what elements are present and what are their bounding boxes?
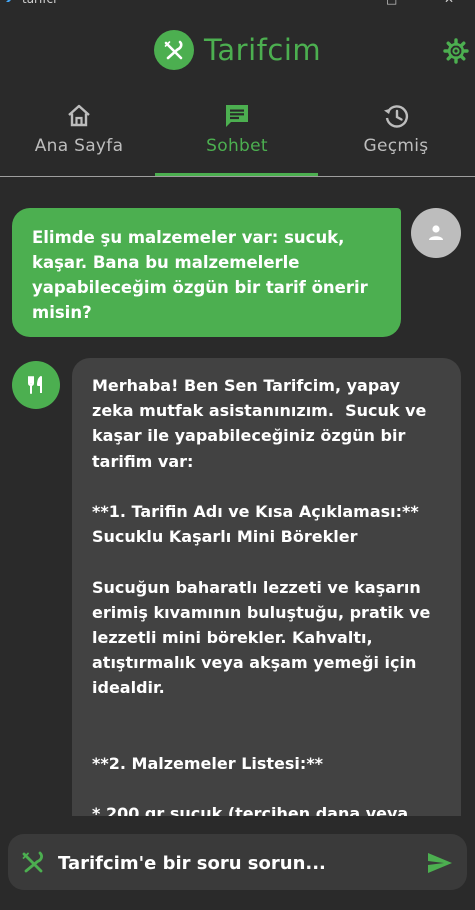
app-title: Tarifcim	[204, 33, 322, 67]
utensils-icon	[28, 376, 42, 394]
close-button[interactable]: ✕	[444, 0, 454, 6]
user-message-text: Elimde şu malzemeler var: sucuk, kaşar. …	[32, 228, 368, 322]
send-icon[interactable]	[426, 849, 454, 877]
tab-divider	[0, 176, 475, 177]
brand-logo	[154, 30, 194, 70]
message-input-box	[8, 834, 467, 892]
user-message: Elimde şu malzemeler var: sucuk, kaşar. …	[12, 208, 401, 337]
input-area	[0, 816, 475, 910]
history-icon	[384, 105, 409, 128]
tab-history-label: Geçmiş	[363, 136, 429, 156]
app-header: Tarifcim	[0, 8, 475, 92]
maximize-button[interactable]: □	[386, 0, 397, 6]
window-title: tarifci	[22, 0, 56, 6]
tab-home[interactable]: Ana Sayfa	[0, 92, 158, 178]
fork-knife-icon	[164, 40, 183, 60]
tab-chat[interactable]: Sohbet	[158, 92, 316, 178]
window-titlebar: tarifci □ ✕	[0, 0, 475, 8]
person-icon	[429, 225, 443, 240]
bot-message-text: Merhaba! Ben Sen Tarifcim, yapay zeka mu…	[92, 376, 431, 816]
bot-avatar	[12, 361, 60, 409]
home-icon	[68, 104, 90, 127]
chat-area[interactable]: Elimde şu malzemeler var: sucuk, kaşar. …	[0, 178, 475, 816]
chat-icon	[226, 105, 248, 127]
fork-knife-icon	[22, 851, 43, 873]
tab-bar: Ana Sayfa Sohbet Geçmiş	[0, 92, 475, 178]
bot-message: Merhaba! Ben Sen Tarifcim, yapay zeka mu…	[72, 358, 461, 816]
user-avatar	[411, 208, 461, 258]
message-input[interactable]	[56, 834, 420, 892]
app-logo-icon	[6, 0, 11, 2]
gear-icon	[443, 38, 469, 64]
tab-history[interactable]: Geçmiş	[317, 92, 475, 178]
tab-home-label: Ana Sayfa	[34, 136, 124, 156]
settings-button[interactable]	[442, 37, 470, 65]
tab-chat-label: Sohbet	[206, 136, 268, 156]
